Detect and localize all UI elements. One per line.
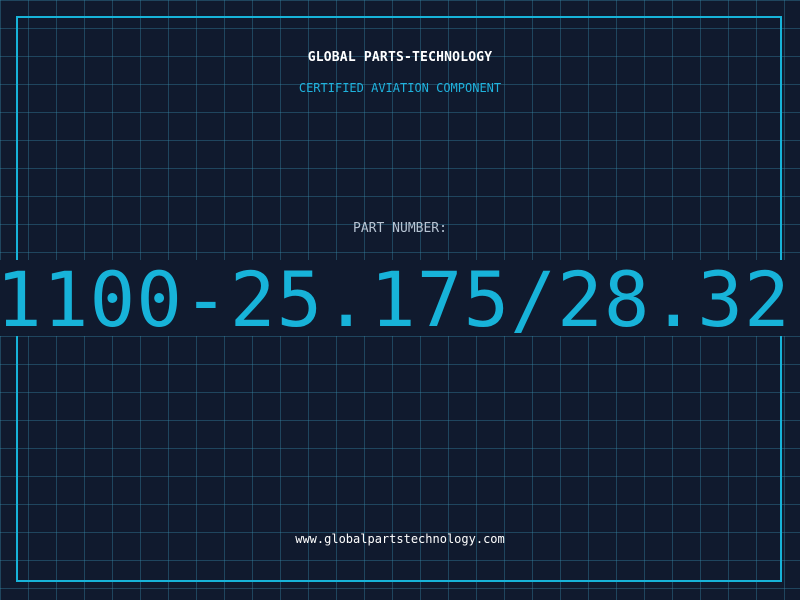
part-number-label: PART NUMBER: [353,221,447,236]
website-url[interactable]: www.globalpartstechnology.com [0,532,800,546]
part-number-value: F1100-25.175/28.32 [0,255,791,344]
certification-subtitle: CERTIFIED AVIATION COMPONENT [298,81,502,95]
company-name: GLOBAL PARTS-TECHNOLOGY [307,50,493,65]
part-number-value-container: F1100-25.175/28.32 [0,252,800,348]
label-card: GLOBAL PARTS-TECHNOLOGY CERTIFIED AVIATI… [0,0,800,600]
